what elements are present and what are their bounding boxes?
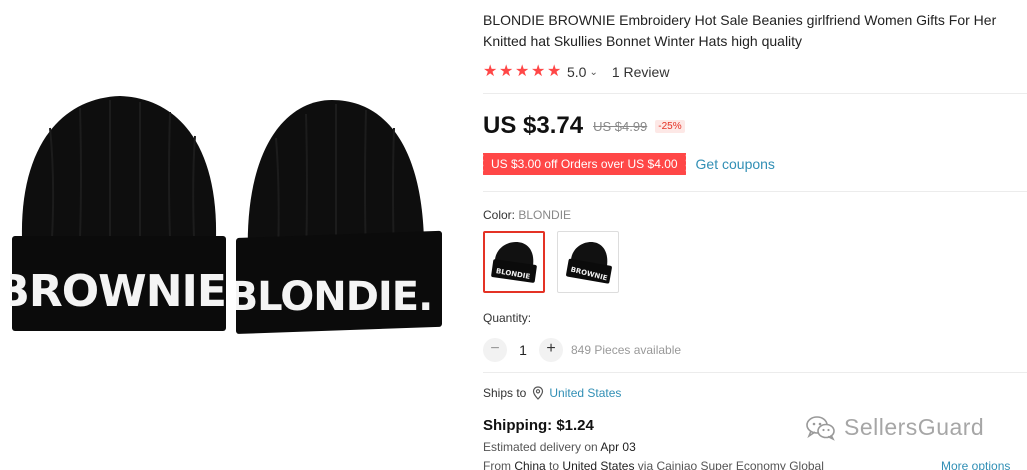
quantity-stepper: − 1 + 849 Pieces available	[483, 338, 681, 362]
divider	[483, 372, 1027, 373]
beanie-blondie: BLONDIE.	[236, 98, 442, 336]
star-icon: ★	[531, 63, 546, 80]
ships-to-row: Ships to United States	[483, 386, 621, 400]
rating-row[interactable]: ★ ★ ★ ★ ★ 5.0 ⌄ 1 Review	[483, 63, 669, 81]
star-icon: ★	[499, 63, 514, 80]
original-price: US $4.99	[593, 118, 648, 134]
quantity-input[interactable]: 1	[507, 342, 539, 358]
ships-to-country-select[interactable]: United States	[549, 386, 621, 400]
star-icon: ★	[515, 63, 530, 80]
delivery-prefix: Estimated delivery on	[483, 440, 598, 454]
color-label-text: Color:	[483, 208, 516, 222]
quantity-available: 849 Pieces available	[571, 343, 682, 357]
quantity-minus-button[interactable]: −	[483, 338, 507, 362]
reviews-link[interactable]: 1 Review	[612, 64, 670, 80]
to-country: United States	[562, 459, 635, 470]
shipping-cost: Shipping: $1.24	[483, 417, 594, 434]
price-row: US $3.74 US $4.99 -25%	[483, 112, 685, 140]
location-pin-icon	[533, 386, 544, 400]
rating-value[interactable]: 5.0	[567, 64, 586, 80]
rating-stars: ★ ★ ★ ★ ★	[483, 63, 562, 80]
shipping-route: From China to United States via Cainiao …	[483, 459, 824, 470]
quantity-plus-button[interactable]: +	[539, 338, 563, 362]
product-photo: BROWNIE. BLONDIE.	[10, 88, 460, 368]
product-image[interactable]: BROWNIE. BLONDIE.	[0, 0, 470, 470]
beanie-blondie-text: BLONDIE.	[236, 274, 432, 320]
quantity-label: Quantity:	[483, 311, 532, 325]
star-icon: ★	[483, 63, 498, 80]
wechat-logo-icon	[806, 415, 835, 441]
color-selected-value: BLONDIE	[518, 208, 572, 222]
star-icon: ★	[547, 63, 562, 80]
from-prefix: From	[483, 459, 511, 470]
product-title: BLONDIE BROWNIE Embroidery Hot Sale Bean…	[483, 12, 997, 49]
color-label: Color: BLONDIE	[483, 208, 571, 222]
watermark: SellersGuard	[806, 414, 984, 441]
delivery-date: Apr 03	[600, 440, 636, 454]
more-options-link[interactable]: More options	[941, 459, 1010, 470]
discount-badge: -25%	[655, 119, 685, 133]
from-country: China	[514, 459, 546, 470]
swatch-blondie[interactable]: BLONDIE	[483, 231, 545, 293]
divider	[483, 93, 1027, 94]
beanie-brownie-text: BROWNIE.	[10, 266, 228, 317]
chevron-down-icon[interactable]: ⌄	[589, 67, 597, 78]
ships-to-label: Ships to	[483, 386, 527, 400]
estimated-delivery: Estimated delivery on Apr 03	[483, 440, 636, 454]
watermark-text: SellersGuard	[844, 414, 985, 440]
beanie-brownie: BROWNIE.	[10, 88, 228, 333]
get-coupons-link[interactable]: Get coupons	[696, 156, 775, 172]
swatch-brownie[interactable]: BROWNIE	[557, 231, 619, 293]
coupon-row: US $3.00 off Orders over US $4.00 Get co…	[481, 153, 775, 175]
coupon-badge: US $3.00 off Orders over US $4.00	[481, 153, 686, 175]
divider	[483, 191, 1027, 192]
current-price: US $3.74	[483, 112, 584, 139]
to-word: to	[549, 459, 560, 470]
shipping-method: via Cainiao Super Economy Global	[637, 459, 824, 470]
product-info: BLONDIE BROWNIE Embroidery Hot Sale Bean…	[481, 0, 1027, 470]
color-swatches: BLONDIE BROWNIE	[483, 231, 619, 293]
